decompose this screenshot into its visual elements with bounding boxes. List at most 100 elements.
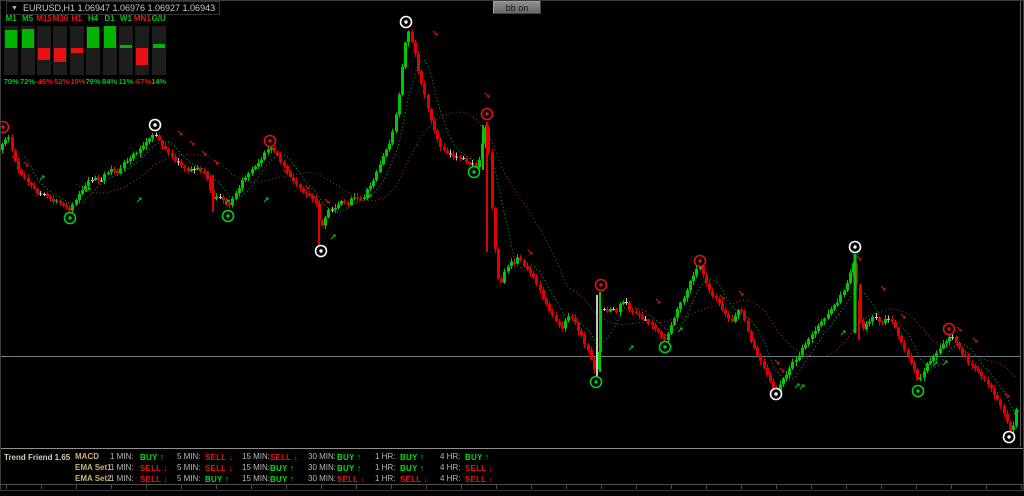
buy-arrow-icon: ↗ — [676, 326, 683, 336]
mtf-tf-label: M1 — [5, 14, 17, 23]
buy-arrow-icon: ↗ — [365, 193, 372, 203]
mtf-tf-label: H1 — [71, 14, 82, 23]
mtf-percent: 14% — [151, 77, 167, 86]
timeframe-label: 30 MIN: — [308, 452, 337, 461]
sell-arrow-icon: ↘ — [778, 366, 785, 376]
timeframe-label: 15 MIN: — [242, 452, 271, 461]
timeframe-label: 1 HR: — [375, 463, 396, 472]
signal-circle-red — [480, 107, 494, 121]
mtf-tf-label: M5 — [22, 14, 34, 23]
mtf-percent: 70% — [3, 77, 19, 86]
sell-arrow-icon: ↘ — [955, 325, 962, 335]
mtf-column-h4: H4 79% — [85, 13, 101, 86]
down-arrow-icon: ↓ — [488, 474, 494, 484]
mtf-percent: 84% — [102, 77, 118, 86]
up-arrow-icon: ↑ — [224, 474, 230, 484]
buy-arrow-icon: ↗ — [329, 233, 336, 243]
mtf-strength-bar — [69, 26, 84, 75]
spike-candle — [599, 292, 601, 372]
signal-row-macd: MACD 1 MIN: BUY ↑ 5 MIN: SELL ↓ 15 MIN: SELL ↓… — [0, 452, 1024, 462]
signal-circle-red — [693, 254, 707, 268]
sell-arrow-icon: ↘ — [1003, 391, 1010, 401]
timeframe-label: 4 HR: — [440, 463, 461, 472]
mtf-column-m30: M30 -52% — [51, 13, 70, 86]
sell-arrow-icon: ↘ — [10, 154, 17, 164]
trend-friend-panel: Trend Friend 1.65 MACD 1 MIN: BUY ↑ 5 MIN: S… — [0, 448, 1024, 484]
buy-arrow-icon: ↗ — [798, 383, 805, 393]
symbol-ohlc-title: EURUSD,H1 1.06947 1.06976 1.06927 1.0694… — [22, 3, 216, 13]
signal-circle-green — [589, 375, 603, 389]
mtf-percent: -52% — [51, 77, 70, 86]
mtf-strength-bar — [36, 26, 51, 75]
buy-arrow-icon: ↗ — [839, 329, 846, 339]
buy-arrow-icon: ↗ — [931, 360, 938, 370]
down-arrow-icon: ↓ — [488, 463, 494, 473]
up-arrow-icon: ↑ — [159, 452, 165, 462]
signal-value: BUY ↑ — [337, 452, 362, 462]
sell-arrow-icon: ↘ — [899, 312, 906, 322]
mtf-tf-label: H4 — [88, 14, 99, 23]
signal-circle-green — [221, 209, 235, 223]
timeframe-label: 15 MIN: — [242, 463, 271, 472]
spike-candle — [858, 300, 860, 340]
bb-toggle-button[interactable]: bb on — [493, 1, 541, 14]
signal-circle-red — [594, 278, 608, 292]
buy-arrow-icon: ↗ — [223, 198, 230, 208]
chevron-down-icon[interactable]: ▼ — [11, 5, 18, 12]
signal-value: SELL ↓ — [270, 452, 299, 462]
signal-circle-white — [314, 244, 328, 258]
signal-circle-white — [399, 15, 413, 29]
up-arrow-icon: ↑ — [356, 452, 362, 462]
signal-circle-green — [63, 211, 77, 225]
timeframe-label: 5 MIN: — [177, 463, 201, 472]
mtf-column-m15: M15 -46% — [35, 13, 53, 86]
buy-arrow-icon: ↗ — [84, 186, 91, 196]
mtf-strength-bar — [20, 26, 35, 75]
timeframe-label: 4 HR: — [440, 452, 461, 461]
down-arrow-icon: ↓ — [163, 474, 169, 484]
up-arrow-icon: ↑ — [289, 463, 295, 473]
mtf-strength-bar — [118, 26, 133, 75]
signal-circle-red — [942, 322, 956, 336]
down-arrow-icon: ↓ — [293, 452, 299, 462]
signal-circle-red — [263, 134, 277, 148]
indicator-label: EMA Set2 — [75, 474, 112, 483]
buy-arrow-icon: ↗ — [262, 196, 269, 206]
sell-arrow-icon: ↘ — [431, 29, 438, 39]
sell-arrow-icon: ↘ — [971, 336, 978, 346]
sell-arrow-icon: ↘ — [879, 284, 886, 294]
timeframe-label: 1 HR: — [375, 474, 396, 483]
up-arrow-icon: ↑ — [484, 452, 490, 462]
mtf-tf-label: W1 — [119, 14, 132, 23]
buy-arrow-icon: ↗ — [38, 174, 45, 184]
sell-arrow-icon: ↘ — [737, 289, 744, 299]
sell-arrow-icon: ↘ — [188, 139, 195, 149]
signal-circle-white — [1002, 430, 1016, 444]
signal-circle-green — [911, 384, 925, 398]
sell-arrow-icon: ↘ — [323, 197, 330, 207]
sell-arrow-icon: ↘ — [200, 149, 207, 159]
sell-arrow-icon: ↘ — [654, 297, 661, 307]
signal-value: SELL ↓ — [337, 474, 366, 484]
buy-arrow-icon: ↗ — [941, 359, 948, 369]
signal-value: SELL ↓ — [465, 474, 494, 484]
spike-candle — [482, 125, 484, 170]
sell-arrow-icon: ↘ — [176, 129, 183, 139]
signal-row-ema-set2: EMA Set2 1 MIN: SELL ↓ 5 MIN: BUY ↑ 15 MIN: BU… — [0, 474, 1024, 484]
signal-value: SELL ↓ — [140, 474, 169, 484]
sell-arrow-icon: ↘ — [855, 254, 862, 264]
mtf-percent: 11% — [118, 77, 134, 86]
timeframe-label: 15 MIN: — [242, 474, 271, 483]
spike-candle — [212, 175, 214, 212]
up-arrow-icon: ↑ — [419, 452, 425, 462]
signal-circle-red — [0, 120, 10, 134]
up-arrow-icon: ↑ — [419, 463, 425, 473]
signal-circle-green — [658, 340, 672, 354]
sell-arrow-icon: ↘ — [718, 293, 725, 303]
spike-candle — [596, 295, 598, 378]
mtf-strength-bar — [135, 26, 150, 75]
sell-arrow-icon: ↘ — [281, 167, 288, 177]
mtf-column-h1: H1 -19% — [68, 13, 86, 86]
indicator-label: EMA Set1 — [75, 463, 112, 472]
timeframe-label: 1 MIN: — [110, 452, 134, 461]
